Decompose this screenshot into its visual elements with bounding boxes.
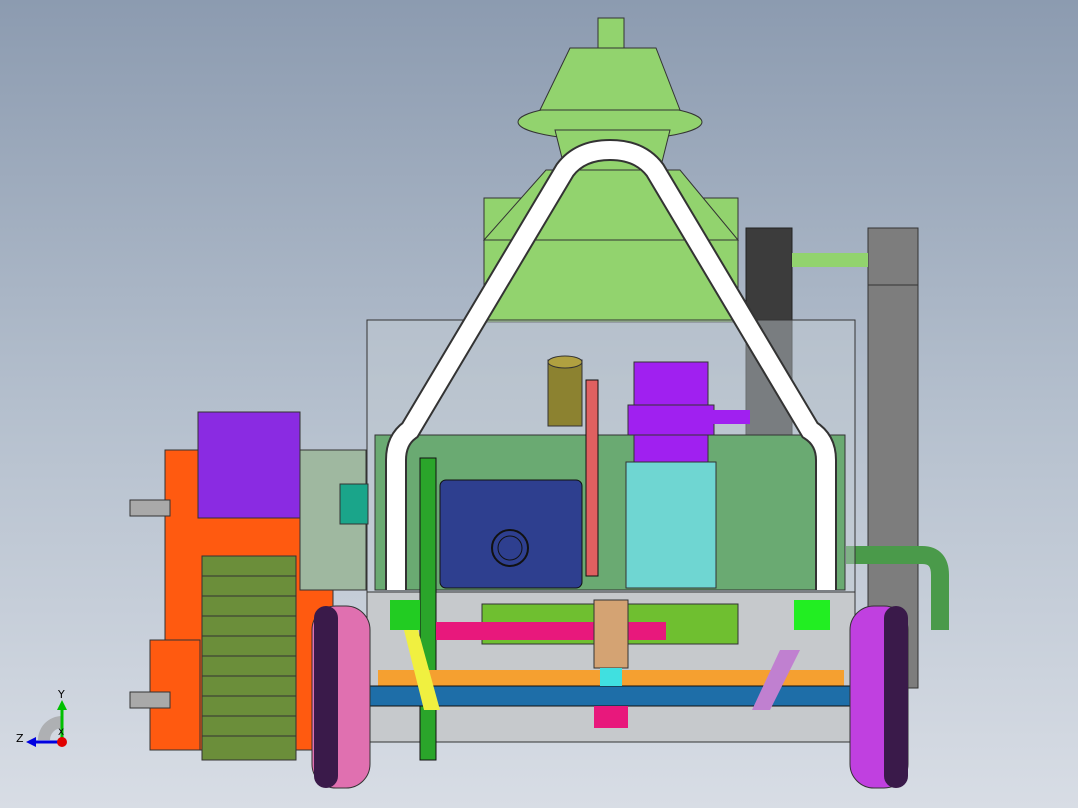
olive-cylinder	[547, 359, 583, 427]
chain-left	[419, 457, 437, 761]
axis-label-z: Z	[16, 732, 24, 745]
orientation-triad: Y Z X	[0, 680, 90, 760]
rose-bar	[436, 622, 666, 640]
cad-viewport[interactable]: Y Z X	[0, 0, 1078, 808]
chain-mid	[585, 379, 599, 577]
assembly-drawing	[129, 17, 949, 789]
axis-label-x: X	[58, 728, 65, 738]
blue-axle	[334, 685, 886, 707]
triad-graphic	[26, 700, 67, 747]
purple-block	[197, 411, 301, 519]
axis-label-y: Y	[58, 688, 65, 701]
olive-tread	[201, 555, 297, 761]
navy-motor	[439, 479, 583, 589]
cyan-box	[625, 461, 717, 589]
